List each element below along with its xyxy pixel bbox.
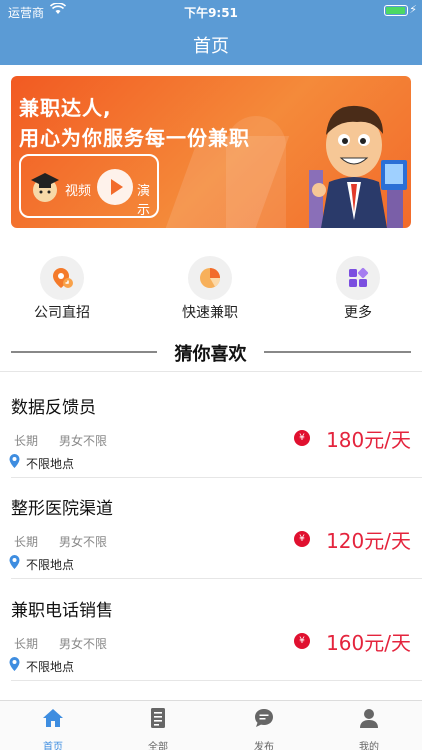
job-salary: 160元/天 [326, 631, 411, 655]
entry-label: 公司直招 [34, 305, 90, 321]
bottom-tab-bar: 首页 全部 发布 我的 [0, 700, 422, 750]
job-salary: 180元/天 [326, 428, 411, 452]
home-icon [43, 709, 63, 727]
tab-label: 我的 [359, 742, 379, 750]
document-list-icon [151, 708, 165, 728]
map-pin-icon [9, 555, 20, 569]
status-time: 下午9:51 [184, 6, 238, 20]
tab-home[interactable]: 首页 [23, 707, 83, 750]
tab-publish[interactable]: 发布 [234, 707, 294, 750]
battery-icon [384, 5, 408, 16]
job-title: 整形医院渠道 [11, 499, 113, 519]
job-salary: 120元/天 [326, 529, 411, 553]
status-bar: 运营商 下午9:51 ⚡ [0, 0, 422, 22]
pie-chart-icon [200, 268, 221, 288]
location-pin-icon [53, 268, 73, 288]
job-term-tag: 长期 [14, 535, 39, 549]
chat-bubble-icon [255, 709, 273, 727]
demo-label: 演示 [137, 184, 151, 218]
video-label: 视频 [65, 184, 92, 199]
video-demo-button[interactable]: 视频 演示 [19, 154, 159, 218]
user-icon [360, 709, 378, 728]
map-pin-icon [9, 454, 20, 468]
play-icon[interactable] [97, 169, 133, 205]
row-divider [11, 680, 422, 681]
company-direct-hire-entry[interactable]: 公司直招 [12, 256, 112, 326]
top-bar: 运营商 下午9:51 ⚡ 首页 [0, 0, 422, 65]
entry-label: 更多 [344, 305, 372, 321]
quick-parttime-entry[interactable]: 快速兼职 [160, 256, 260, 326]
job-location: 不限地点 [26, 660, 75, 674]
job-gender-tag: 男女不限 [59, 434, 108, 448]
mascot-illustration [309, 105, 407, 228]
entry-icon-circle [336, 256, 380, 300]
more-entry[interactable]: 更多 [308, 256, 408, 326]
entry-label: 快速兼职 [182, 305, 238, 321]
tab-all[interactable]: 全部 [128, 707, 188, 750]
row-divider [11, 578, 422, 579]
section-title: 猜你喜欢 [174, 344, 247, 365]
section-bottom-divider [0, 371, 422, 372]
job-term-tag: 长期 [14, 434, 39, 448]
banner-headline: 兼职达人, [19, 96, 112, 120]
map-pin-icon [9, 657, 20, 671]
job-list-item[interactable]: 兼职电话销售 长期 男女不限 ¥ 160元/天 不限地点 [0, 596, 422, 696]
row-divider [11, 477, 422, 478]
entry-icon-circle [188, 256, 232, 300]
tab-label: 发布 [254, 742, 274, 750]
graduation-cap-icon [31, 173, 59, 202]
tab-label: 首页 [43, 742, 63, 750]
job-location: 不限地点 [26, 558, 75, 572]
job-list-item[interactable]: 数据反馈员 长期 男女不限 ¥ 180元/天 不限地点 [0, 393, 422, 493]
job-location: 不限地点 [26, 457, 75, 471]
section-divider-right [264, 351, 411, 353]
job-gender-tag: 男女不限 [59, 637, 108, 651]
yen-icon: ¥ [294, 633, 310, 649]
yen-icon: ¥ [294, 430, 310, 446]
job-title: 兼职电话销售 [11, 601, 113, 621]
section-divider-left [11, 351, 157, 353]
tab-label: 全部 [148, 742, 168, 750]
apps-grid-icon [349, 267, 369, 287]
job-gender-tag: 男女不限 [59, 535, 108, 549]
banner-subline: 用心为你服务每一份兼职 [19, 126, 250, 150]
job-term-tag: 长期 [14, 637, 39, 651]
section-header: 猜你喜欢 [0, 338, 422, 366]
promo-banner[interactable]: 兼职达人, 用心为你服务每一份兼职 视频 演示 [11, 76, 411, 228]
tab-me[interactable]: 我的 [339, 707, 399, 750]
page-title: 首页 [193, 36, 229, 57]
charging-icon: ⚡ [409, 3, 417, 16]
entry-icon-circle [40, 256, 84, 300]
yen-icon: ¥ [294, 531, 310, 547]
job-list-item[interactable]: 整形医院渠道 长期 男女不限 ¥ 120元/天 不限地点 [0, 494, 422, 594]
job-title: 数据反馈员 [11, 398, 96, 418]
